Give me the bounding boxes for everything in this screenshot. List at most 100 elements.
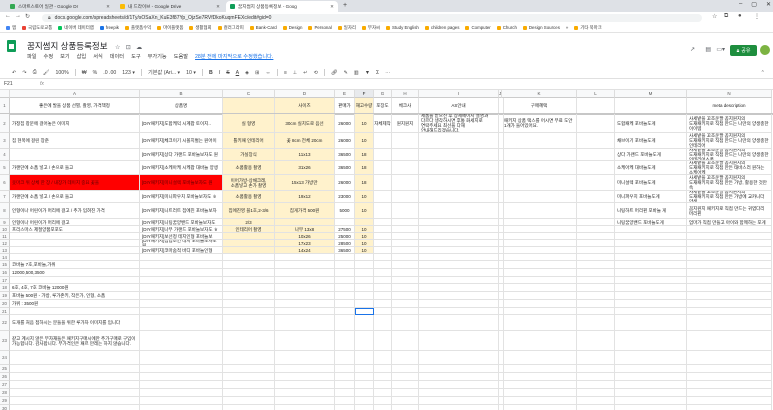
table-cell[interactable]: [10, 397, 140, 405]
table-cell[interactable]: [419, 365, 499, 373]
menu-insert[interactable]: 삽입: [77, 53, 87, 60]
menu-edit[interactable]: 수정: [44, 53, 54, 60]
table-cell[interactable]: [374, 161, 392, 175]
table-cell[interactable]: [223, 233, 275, 240]
table-cell[interactable]: 소품활용 촬영: [223, 191, 275, 203]
table-cell[interactable]: [10, 240, 140, 247]
spreadsheet-grid[interactable]: A B C D E F G H I J K L M N 1 좋은에 발을 상품 선별, 촬영, 가격책정 상품명…: [0, 90, 773, 410]
percent-button[interactable]: %: [93, 70, 98, 76]
table-cell[interactable]: 니팅하트 머리핀 포바늘 게: [615, 203, 687, 219]
header-cell[interactable]: 판매가: [335, 98, 355, 114]
table-cell[interactable]: [502, 219, 577, 226]
row-header[interactable]: 24: [0, 351, 10, 365]
table-cell[interactable]: [502, 277, 577, 284]
menu-format[interactable]: 서식: [93, 53, 103, 60]
table-cell[interactable]: [355, 300, 374, 308]
table-cell[interactable]: [615, 226, 687, 233]
row-header[interactable]: 6: [0, 175, 10, 191]
table-cell[interactable]: [335, 269, 355, 277]
sheets-logo-icon[interactable]: [7, 40, 16, 52]
table-cell[interactable]: [DIY패키지]도합케익 시계팝 토이지..: [140, 114, 223, 133]
row-header[interactable]: 2: [0, 114, 10, 133]
collapse-menu-icon[interactable]: ⌃: [761, 70, 765, 76]
table-cell[interactable]: [392, 308, 419, 315]
table-cell[interactable]: 36500: [335, 247, 355, 254]
table-cell[interactable]: [687, 292, 772, 300]
table-cell[interactable]: [419, 292, 499, 300]
table-cell[interactable]: 10: [355, 240, 374, 247]
table-cell[interactable]: 니팅꿈양밴드 포바늘도게: [615, 219, 687, 226]
table-cell[interactable]: 사세밭을 꼬조운팔 꼼지원지의 도재패키지로 직접 만드는 나만의 양생충한 이…: [687, 114, 772, 133]
italic-button[interactable]: I: [219, 70, 220, 76]
table-cell[interactable]: [419, 203, 499, 219]
table-cell[interactable]: [577, 308, 615, 315]
bold-button[interactable]: B: [209, 70, 213, 76]
table-cell[interactable]: [502, 389, 577, 397]
close-tab-icon[interactable]: ✕: [213, 4, 220, 10]
table-cell[interactable]: [374, 277, 392, 284]
align-icon[interactable]: ≡: [284, 70, 287, 76]
bookmark-item[interactable]: Church: [496, 25, 517, 30]
bookmark-item[interactable]: Study English: [386, 25, 419, 30]
table-cell[interactable]: [275, 308, 335, 315]
wrap-icon[interactable]: ↵: [303, 70, 307, 76]
table-cell[interactable]: [392, 203, 419, 219]
table-cell[interactable]: 집에진영 블1호,2-3/6: [223, 203, 275, 219]
table-cell[interactable]: 10: [355, 191, 374, 203]
table-cell[interactable]: [355, 373, 374, 381]
table-cell[interactable]: [DIY패키지]니팅꿈양밴드 포바늘보자도: [140, 219, 223, 226]
table-cell[interactable]: [335, 365, 355, 373]
valign-icon[interactable]: ⊥: [293, 70, 298, 76]
header-cell[interactable]: [223, 98, 275, 114]
table-cell[interactable]: [502, 133, 577, 149]
table-cell[interactable]: [615, 233, 687, 240]
table-cell[interactable]: [223, 397, 275, 405]
table-cell[interactable]: [10, 149, 140, 161]
table-cell[interactable]: [502, 284, 577, 292]
column-header-h[interactable]: H: [392, 90, 419, 98]
bookmark-item[interactable]: 마이플랫폼: [157, 25, 183, 31]
row-header[interactable]: 15: [0, 261, 10, 269]
table-cell[interactable]: [577, 365, 615, 373]
table-cell[interactable]: [223, 261, 275, 269]
table-cell[interactable]: 가실장식: [223, 149, 275, 161]
table-cell[interactable]: 제품을 받으신 후 상세페이지 설명과 다르다 생각하시면 후통 화세지로 연락…: [419, 114, 499, 133]
table-cell[interactable]: [275, 331, 335, 351]
table-cell[interactable]: [355, 351, 374, 365]
selected-cell-outline[interactable]: [355, 308, 374, 315]
table-cell[interactable]: [687, 269, 772, 277]
column-header-n[interactable]: N: [687, 90, 772, 98]
table-cell[interactable]: [335, 219, 355, 226]
column-header-m[interactable]: M: [615, 90, 687, 98]
bookmark-item[interactable]: Design: [282, 25, 302, 30]
table-cell[interactable]: 10: [355, 233, 374, 240]
name-box[interactable]: F21: [4, 81, 13, 87]
table-cell[interactable]: [502, 351, 577, 365]
last-edit-link[interactable]: 28분 전에 마지막으로 수정했습니다.: [195, 53, 273, 60]
table-cell[interactable]: [577, 247, 615, 254]
table-cell[interactable]: [502, 292, 577, 300]
column-header-f[interactable]: F: [355, 90, 374, 98]
table-cell[interactable]: [419, 389, 499, 397]
table-cell[interactable]: [140, 397, 223, 405]
table-cell[interactable]: [374, 351, 392, 365]
table-cell[interactable]: [502, 161, 577, 175]
table-cell[interactable]: [502, 269, 577, 277]
table-cell[interactable]: [577, 315, 615, 331]
table-cell[interactable]: 30cm 실치도로 음선: [275, 114, 335, 133]
table-cell[interactable]: [275, 315, 335, 331]
font-select[interactable]: 기본값 (Ari... ▾: [148, 69, 180, 76]
table-cell[interactable]: [419, 315, 499, 331]
row-header[interactable]: 7: [0, 191, 10, 203]
table-cell[interactable]: [502, 381, 577, 389]
header-cell[interactable]: AS안내: [419, 98, 499, 114]
table-cell[interactable]: [140, 261, 223, 269]
table-cell[interactable]: [392, 219, 419, 226]
table-cell[interactable]: [392, 397, 419, 405]
table-cell[interactable]: [335, 300, 355, 308]
table-cell[interactable]: [392, 365, 419, 373]
bookmark-item[interactable]: 네이버 데이터랩: [58, 25, 94, 31]
borders-icon[interactable]: ⊞: [255, 70, 259, 76]
table-cell[interactable]: [374, 389, 392, 397]
window-close-icon[interactable]: ✕: [766, 1, 771, 8]
